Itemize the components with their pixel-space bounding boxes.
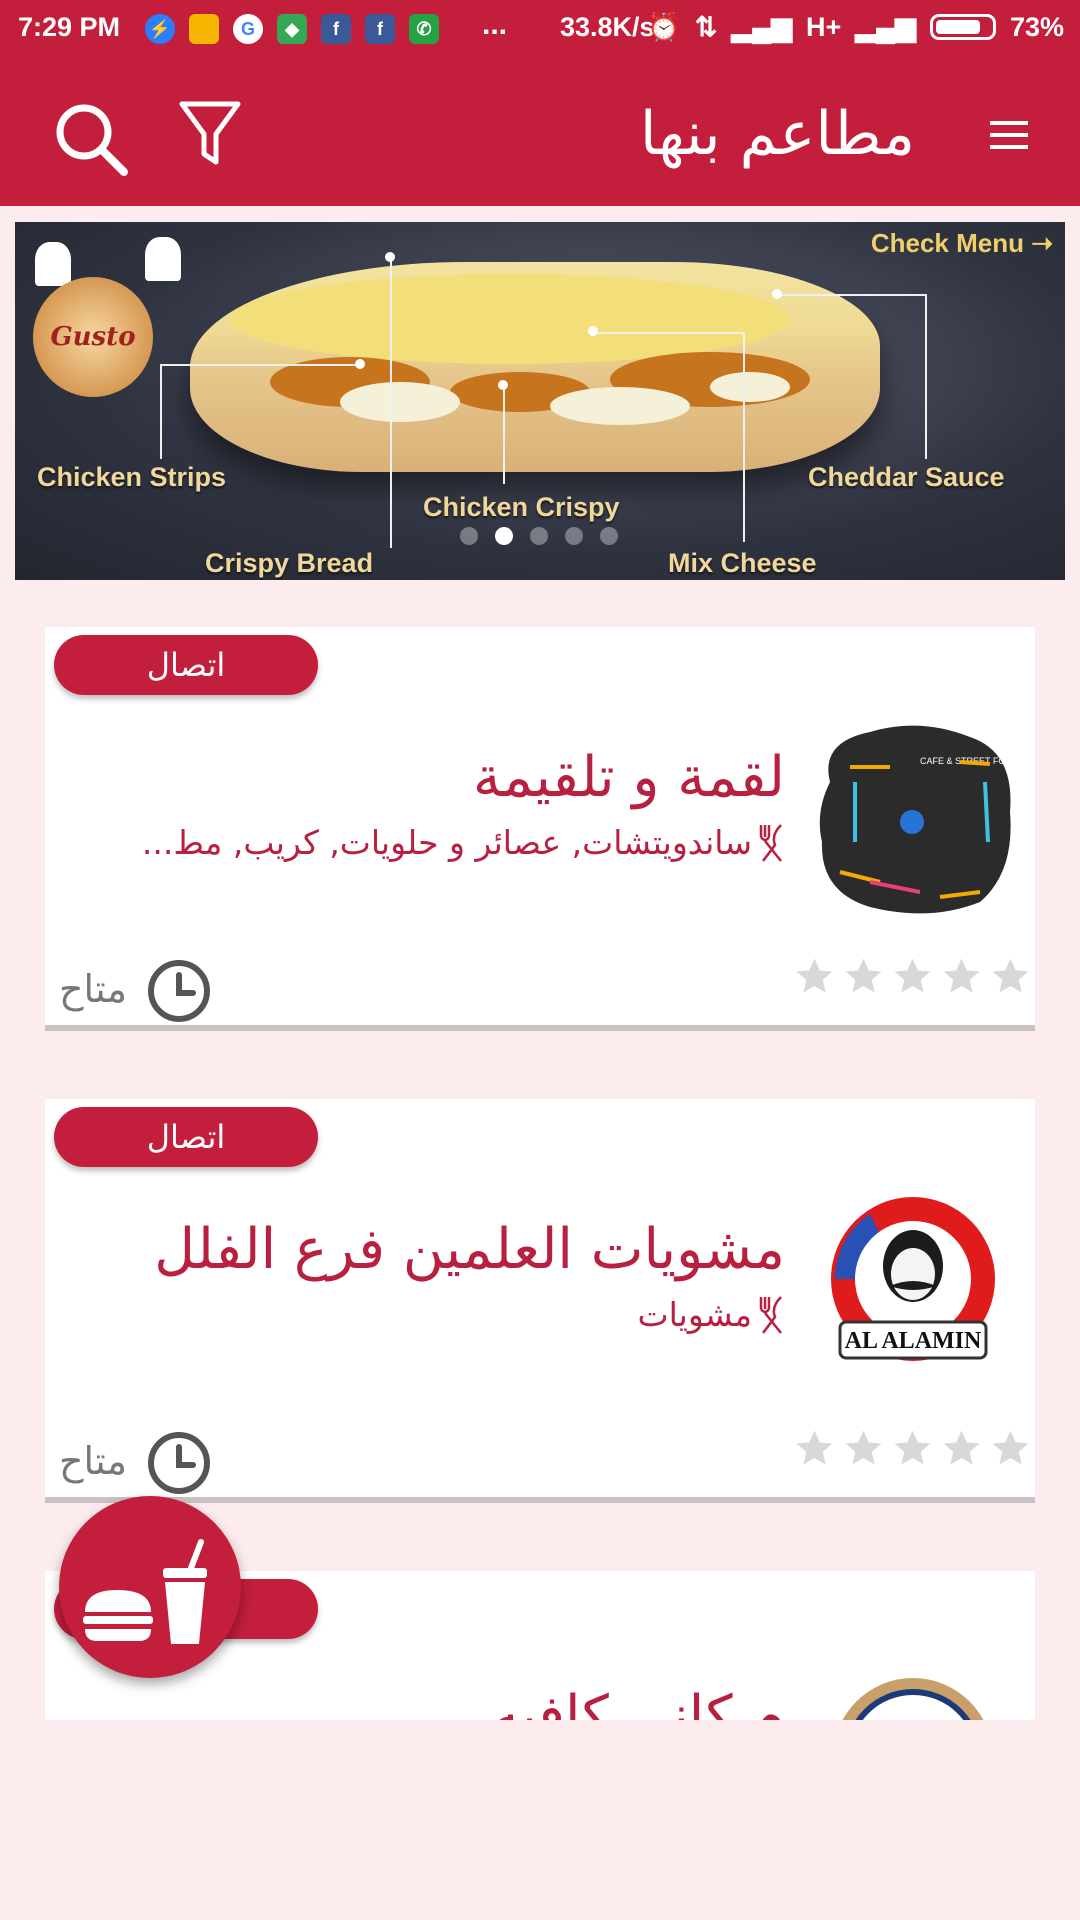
clock-icon [148, 1432, 210, 1494]
label-chicken-strips: Chicken Strips [37, 462, 227, 492]
filter-icon[interactable] [178, 98, 242, 168]
star-icon [845, 958, 882, 993]
network-type: H+ [806, 11, 842, 42]
net-speed: 33.8K/s [560, 12, 655, 42]
data-arrows-icon: ⇅ [694, 11, 718, 42]
battery-icon [929, 14, 996, 40]
signal-icon: ▂▄▆ [855, 11, 916, 42]
maps-icon: ◆ [277, 14, 307, 44]
logo-text: AL ALAMIN [845, 1328, 982, 1354]
facebook-icon: f [365, 14, 395, 44]
restaurant-logo: AL ALAMIN [831, 1197, 995, 1361]
carousel-dot[interactable] [565, 527, 583, 545]
star-icon [796, 958, 833, 993]
facebook-icon: f [321, 14, 351, 44]
notes-icon [189, 14, 219, 44]
status-right: ⏰ ⇅ ▂▄▆ H+ ▂▄▆ 73% [647, 11, 1064, 43]
label-mix-cheese: Mix Cheese [668, 548, 817, 578]
rating-stars [793, 955, 1032, 998]
status-bar: 7:29 PM ⚡ G ◆ f f ✆ ... 33.8K/s ⏰ ⇅ ▂▄▆ … [0, 0, 1080, 62]
call-button[interactable]: اتصال [54, 635, 318, 695]
restaurant-card[interactable]: اتصال CAFE & STREET FOODS لقمة و تلقيمة … [45, 627, 1035, 1031]
carousel-dot-active[interactable] [495, 527, 513, 545]
label-chicken-crispy: Chicken Crispy [423, 492, 620, 522]
availability-status: متاح [59, 967, 127, 1011]
availability-status: متاح [59, 1439, 127, 1483]
restaurant-name[interactable]: لقمة و تلقيمة [55, 745, 785, 810]
menu-icon[interactable] [988, 118, 1030, 152]
more-notifications-icon: ... [482, 8, 508, 41]
restaurant-logo [842, 1678, 984, 1720]
food-fab-button[interactable] [59, 1496, 241, 1678]
star-icon [796, 1430, 833, 1465]
page-title: مطاعم بنها [639, 99, 915, 169]
clock-icon [148, 960, 210, 1022]
carousel-dot[interactable] [600, 527, 618, 545]
burger-drink-icon [83, 1539, 207, 1644]
check-menu-link[interactable]: Check Menu ➝ [871, 228, 1053, 259]
restaurant-categories: مشويات [637, 1295, 752, 1334]
chef-illustration [145, 237, 181, 281]
star-icon [992, 1430, 1029, 1465]
rating-stars [793, 1427, 1032, 1470]
carousel-dot[interactable] [460, 527, 478, 545]
star-icon [992, 958, 1029, 993]
restaurant-logo: CAFE & STREET FOODS [819, 725, 1015, 914]
app-bar: مطاعم بنها [0, 62, 1080, 206]
restaurant-name[interactable]: م كاني كافيه [55, 1684, 785, 1720]
gusto-logo: Gusto [33, 277, 153, 397]
carousel-dot[interactable] [530, 527, 548, 545]
star-icon [845, 1430, 882, 1465]
star-icon [943, 958, 980, 993]
bottom-empty-area [0, 1720, 1080, 1920]
chef-illustration [35, 242, 71, 286]
alarm-icon: ⏰ [647, 12, 681, 42]
signal-icon: ▂▄▆ [731, 11, 792, 42]
fork-knife-icon [759, 1296, 782, 1334]
restaurant-name[interactable]: مشويات العلمين فرع الفلل [55, 1217, 785, 1282]
status-time: 7:29 PM [18, 12, 121, 42]
notification-icons: ⚡ G ◆ f f ✆ [145, 14, 439, 44]
carousel-indicator[interactable] [460, 527, 618, 545]
battery-percent: 73% [1009, 11, 1064, 42]
label-crispy-bread: Crispy Bread [205, 548, 374, 578]
star-icon [894, 1430, 931, 1465]
promo-banner[interactable]: Gusto Chicken Strips Chicken Crispy Cris… [15, 222, 1065, 580]
restaurant-card[interactable]: اتصال AL ALAMIN مشويات العلمين فرع الفلل… [45, 1099, 1035, 1503]
label-cheddar-sauce: Cheddar Sauce [808, 462, 1005, 492]
call-button[interactable]: اتصال [54, 1107, 318, 1167]
google-icon: G [233, 14, 263, 44]
whatsapp-icon: ✆ [409, 14, 439, 44]
messenger-icon: ⚡ [145, 14, 175, 44]
fork-knife-icon [759, 824, 782, 862]
search-icon[interactable] [52, 100, 130, 178]
star-icon [943, 1430, 980, 1465]
restaurant-categories: ساندويتشات, عصائر و حلويات, كريب, مط... [141, 823, 752, 862]
star-icon [894, 958, 931, 993]
